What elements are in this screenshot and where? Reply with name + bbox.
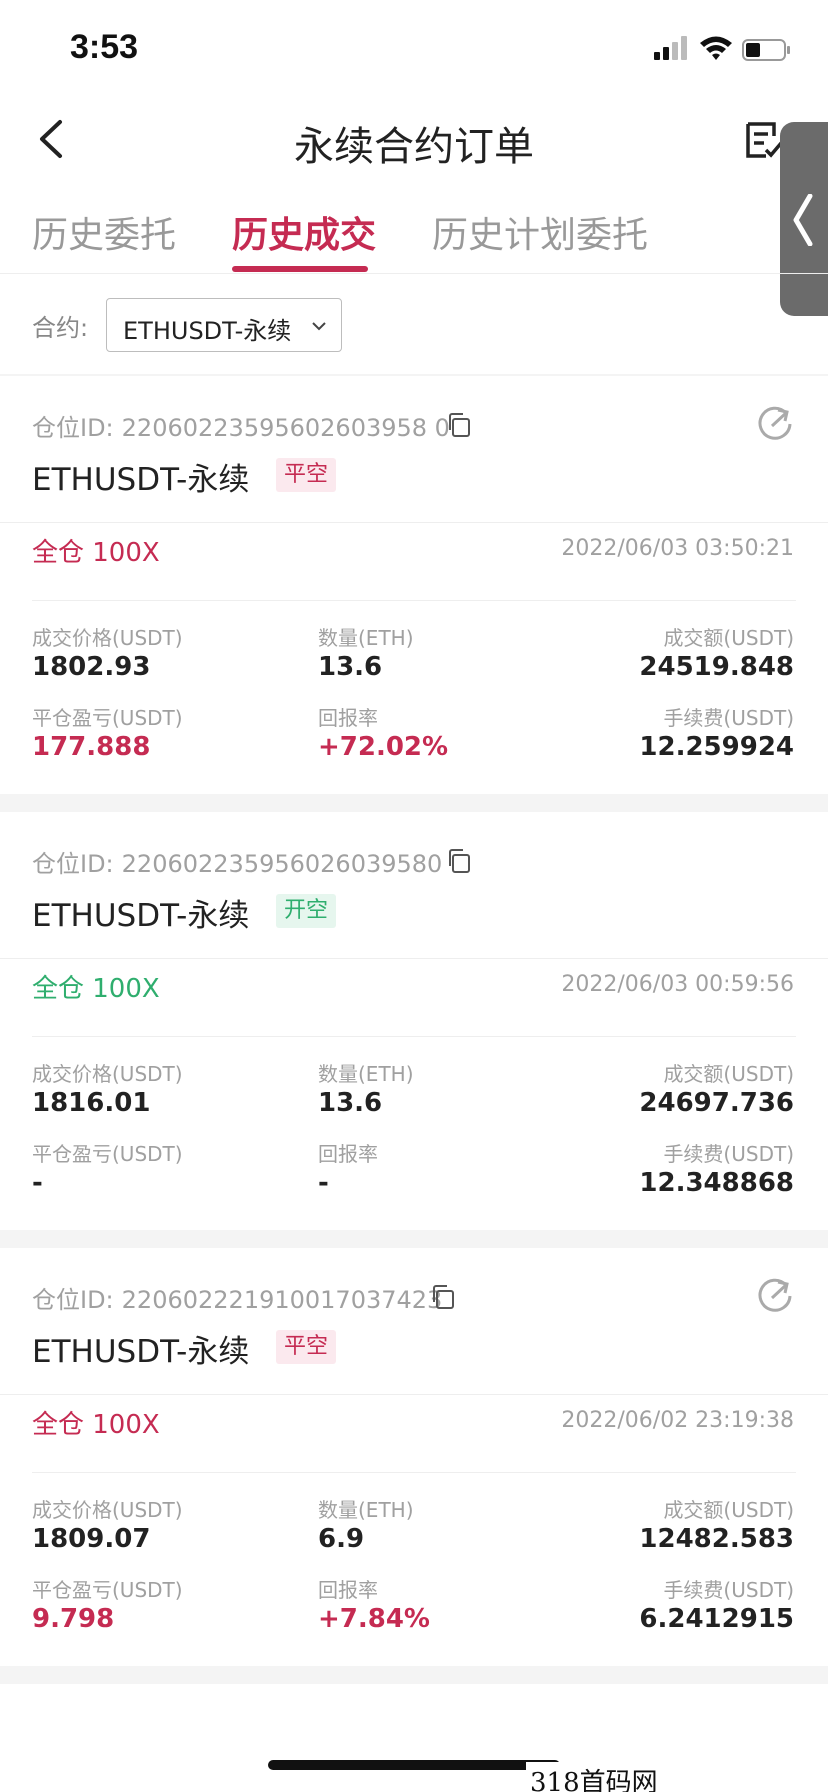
copy-icon[interactable] <box>446 848 472 874</box>
trade-time: 2022/06/03 00:59:56 <box>561 972 794 997</box>
divider <box>32 600 796 601</box>
amount-value: 24519.848 <box>639 652 794 682</box>
position-id-label: 仓位ID: <box>32 850 114 878</box>
amount-label: 成交额(USDT) <box>663 1498 794 1522</box>
roi-value: +7.84% <box>318 1604 430 1634</box>
pnl-label: 平仓盈亏(USDT) <box>32 1142 183 1166</box>
price-label: 成交价格(USDT) <box>32 626 183 650</box>
roi-label: 回报率 <box>318 1142 378 1166</box>
section-divider <box>0 1666 828 1684</box>
tab-history-plan-orders[interactable]: 历史计划委托 <box>432 206 648 258</box>
pnl-value: - <box>32 1168 43 1198</box>
position-id-row: 仓位ID: 220602235956026039580 <box>32 844 442 879</box>
price-value: 1802.93 <box>32 652 151 682</box>
amount-label: 成交额(USDT) <box>663 626 794 650</box>
contract-filter: 合约: ETHUSDT-永续 <box>0 274 828 374</box>
qty-label: 数量(ETH) <box>318 626 414 650</box>
contract-symbol: ETHUSDT-永续 <box>32 1334 250 1370</box>
tab-history-orders[interactable]: 历史委托 <box>32 206 176 258</box>
watermark: 318首码网 www.E318.com <box>526 1762 828 1792</box>
price-value: 1816.01 <box>32 1088 151 1118</box>
battery-icon <box>742 39 790 61</box>
fee-value: 6.2412915 <box>639 1604 794 1634</box>
divider <box>32 1472 796 1473</box>
fee-label: 手续费(USDT) <box>663 1578 794 1602</box>
order-card: 仓位ID: 220602235956026039580 ETHUSDT-永续 开空… <box>0 812 828 1230</box>
contract-symbol: ETHUSDT-永续 <box>32 898 250 934</box>
roi-value: +72.02% <box>318 732 449 762</box>
qty-label: 数量(ETH) <box>318 1498 414 1522</box>
order-card: 仓位ID: 22060223595602603958 0 ETHUSDT-永续 平… <box>0 376 828 794</box>
divider <box>0 958 828 959</box>
chevron-down-icon <box>312 322 326 331</box>
order-list-icon[interactable] <box>744 118 784 162</box>
position-id-label: 仓位ID: <box>32 414 114 442</box>
side-badge: 平空 <box>276 458 337 492</box>
position-id-label: 仓位ID: <box>32 1286 114 1314</box>
margin-mode: 全仓 100X <box>32 538 160 568</box>
nav-bar: 永续合约订单 <box>0 96 828 184</box>
position-id-value: 220602221910017037423 <box>121 1286 443 1314</box>
qty-value: 6.9 <box>318 1524 365 1554</box>
filter-label: 合约: <box>32 314 89 342</box>
copy-icon[interactable] <box>446 412 472 438</box>
tab-bar: 历史委托 历史成交 历史计划委托 <box>0 196 828 274</box>
order-card: 仓位ID: 220602221910017037423 ETHUSDT-永续 平空… <box>0 1248 828 1666</box>
status-bar: 3:53 <box>0 0 828 96</box>
contract-symbol: ETHUSDT-永续 <box>32 462 250 498</box>
tab-history-trades[interactable]: 历史成交 <box>232 206 376 258</box>
home-indicator <box>268 1760 560 1770</box>
position-id-row: 仓位ID: 220602221910017037423 <box>32 1280 442 1315</box>
price-value: 1809.07 <box>32 1524 151 1554</box>
fee-value: 12.348868 <box>639 1168 794 1198</box>
position-id-row: 仓位ID: 22060223595602603958 0 <box>32 408 450 443</box>
trade-time: 2022/06/02 23:19:38 <box>561 1408 794 1433</box>
margin-mode: 全仓 100X <box>32 974 160 1004</box>
fee-label: 手续费(USDT) <box>663 706 794 730</box>
divider <box>0 522 828 523</box>
side-badge: 开空 <box>276 894 337 928</box>
contract-select-value: ETHUSDT-永续 <box>123 317 292 345</box>
fee-value: 12.259924 <box>639 732 794 762</box>
roi-value: - <box>318 1168 329 1198</box>
divider <box>32 1036 796 1037</box>
amount-value: 24697.736 <box>639 1088 794 1118</box>
position-id-value: 22060223595602603958 0 <box>121 414 450 442</box>
active-tab-indicator <box>232 266 368 272</box>
section-divider <box>0 1230 828 1248</box>
roi-label: 回报率 <box>318 1578 378 1602</box>
side-badge: 平空 <box>276 1330 337 1364</box>
qty-value: 13.6 <box>318 652 383 682</box>
trade-time: 2022/06/03 03:50:21 <box>561 536 794 561</box>
price-label: 成交价格(USDT) <box>32 1498 183 1522</box>
contract-select[interactable]: ETHUSDT-永续 <box>106 298 342 352</box>
divider <box>0 1394 828 1395</box>
cellular-signal-icon <box>654 36 687 60</box>
price-label: 成交价格(USDT) <box>32 1062 183 1086</box>
pnl-value: 177.888 <box>32 732 151 762</box>
copy-icon[interactable] <box>430 1284 456 1310</box>
qty-label: 数量(ETH) <box>318 1062 414 1086</box>
pnl-label: 平仓盈亏(USDT) <box>32 706 183 730</box>
roi-label: 回报率 <box>318 706 378 730</box>
amount-value: 12482.583 <box>639 1524 794 1554</box>
pnl-value: 9.798 <box>32 1604 115 1634</box>
status-time: 3:53 <box>70 28 139 66</box>
fee-label: 手续费(USDT) <box>663 1142 794 1166</box>
section-divider <box>0 794 828 812</box>
share-icon[interactable] <box>756 1276 794 1314</box>
page-title: 永续合约订单 <box>294 124 534 170</box>
margin-mode: 全仓 100X <box>32 1410 160 1440</box>
wifi-icon <box>700 36 732 60</box>
share-icon[interactable] <box>756 404 794 442</box>
position-id-value: 220602235956026039580 <box>121 850 443 878</box>
amount-label: 成交额(USDT) <box>663 1062 794 1086</box>
pnl-label: 平仓盈亏(USDT) <box>32 1578 183 1602</box>
qty-value: 13.6 <box>318 1088 383 1118</box>
